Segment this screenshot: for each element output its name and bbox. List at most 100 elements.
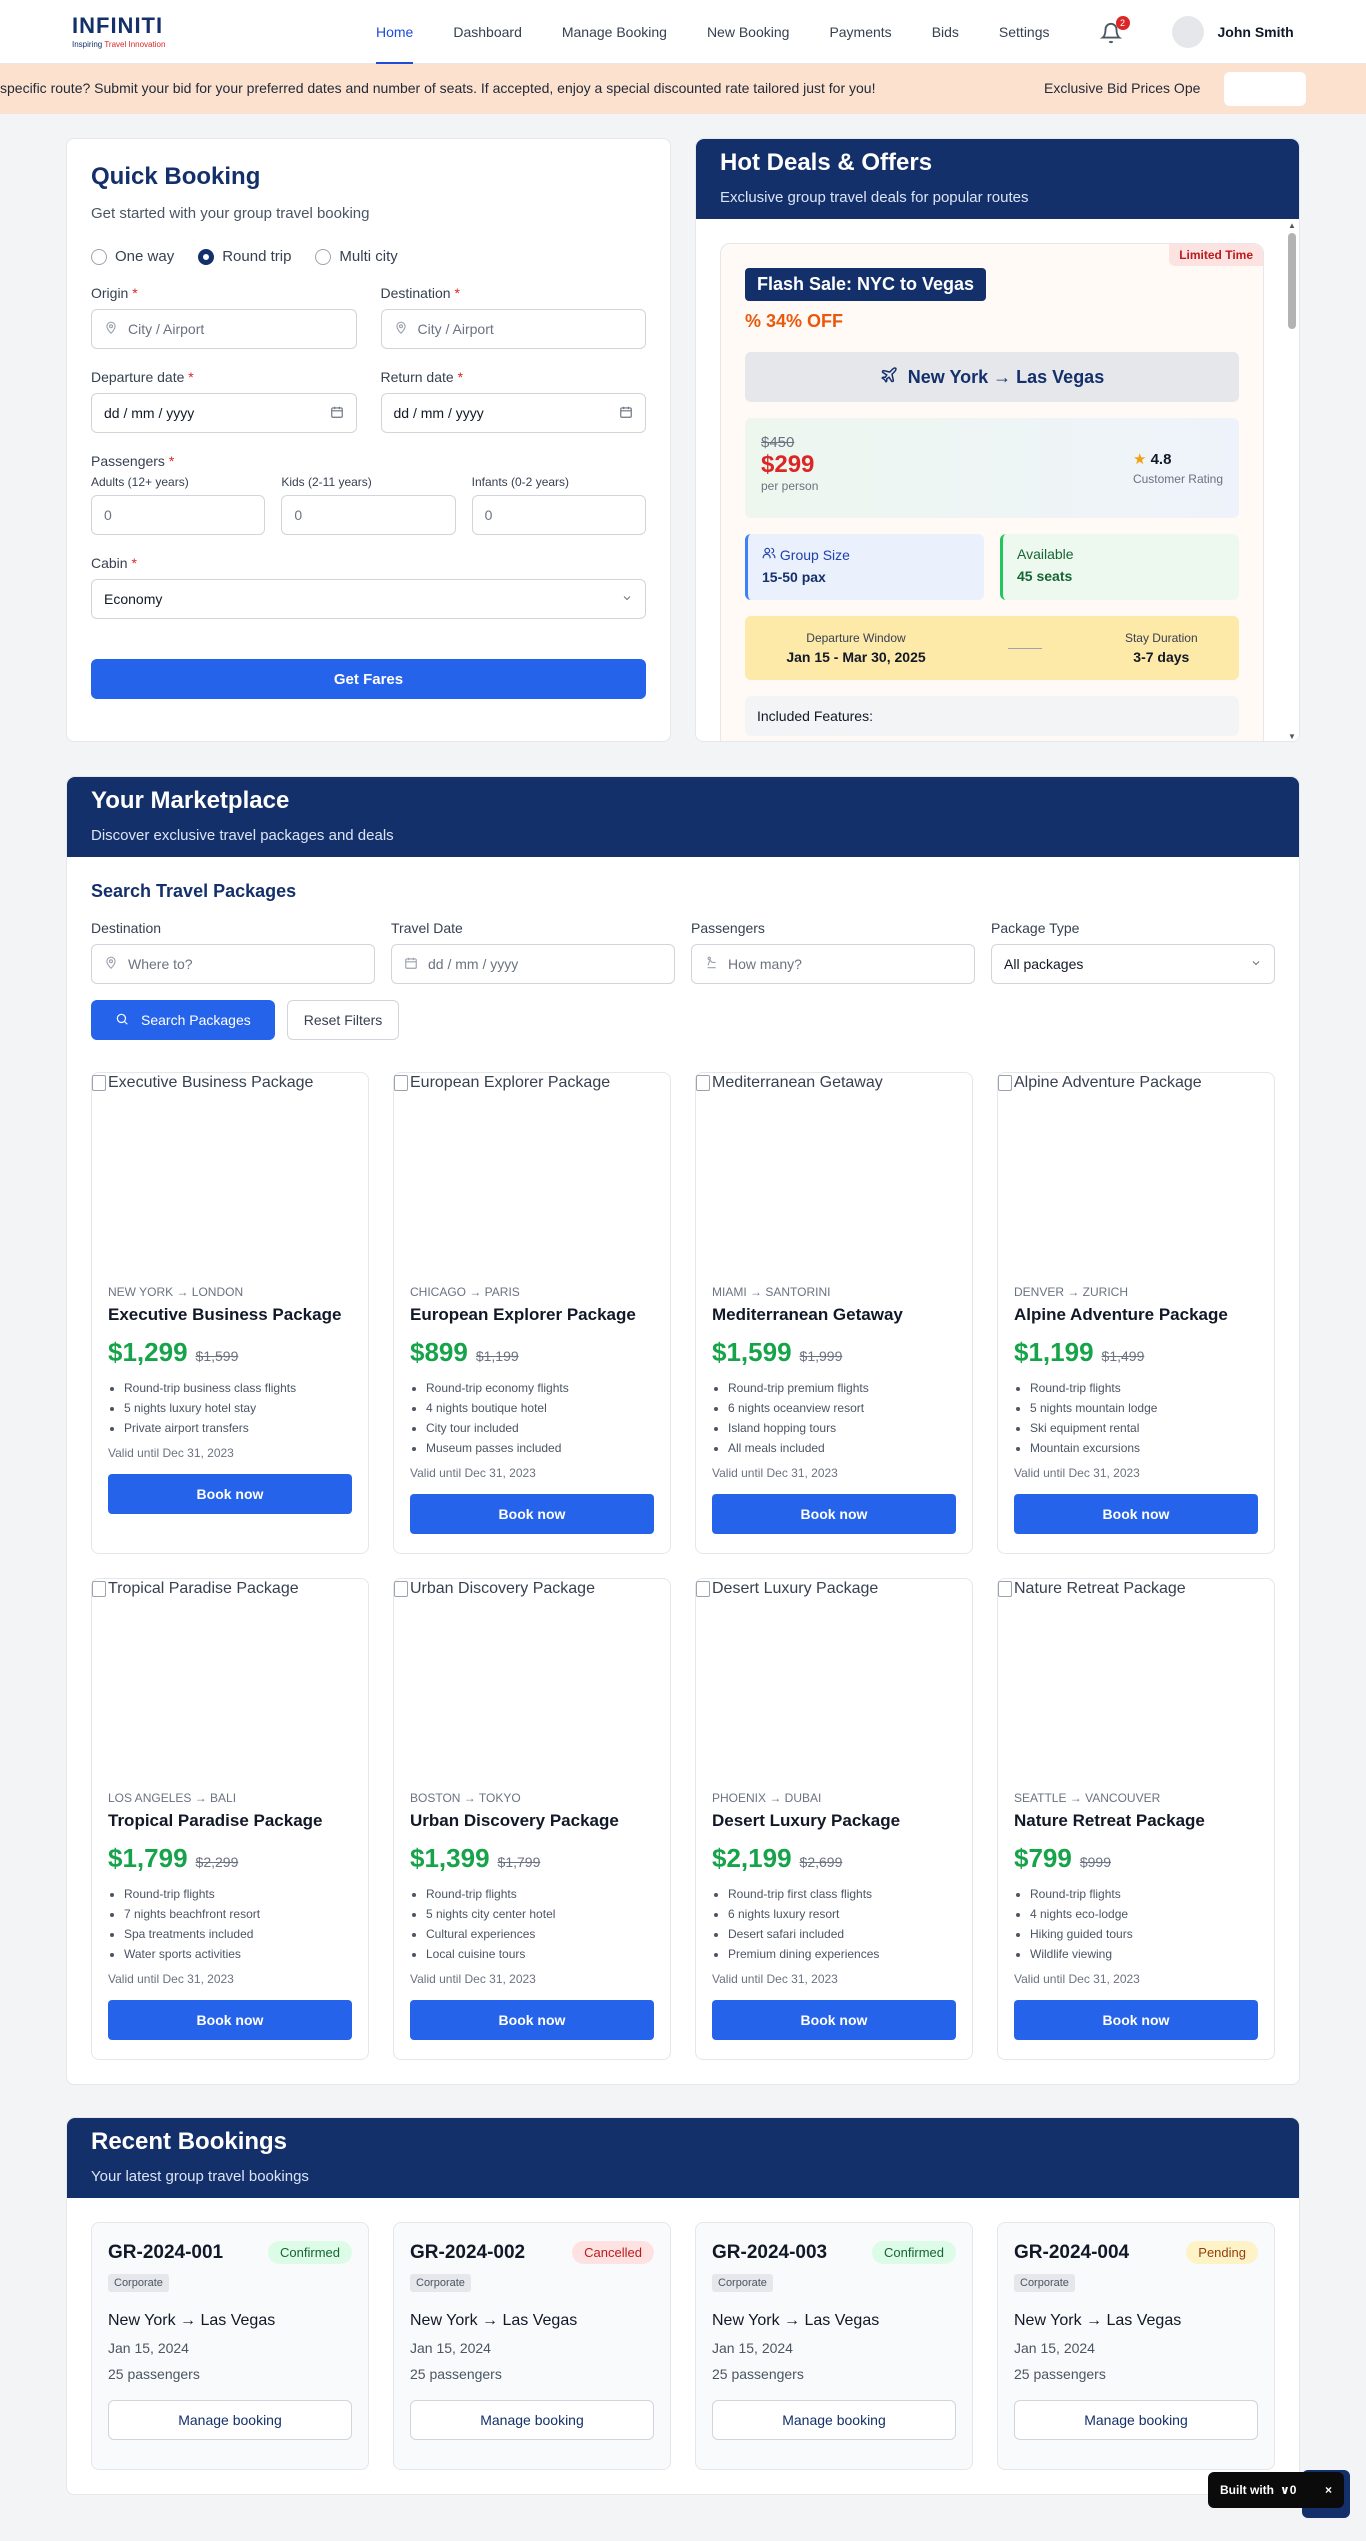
nav-manage-booking[interactable]: Manage Booking [542,0,687,64]
avatar[interactable] [1171,15,1204,48]
package-card: European Explorer Package CHICAGO → PARI… [393,1072,671,1554]
status-badge: Confirmed [872,2241,956,2264]
booking-id: GR-2024-001 [108,2241,224,2263]
book-now-button[interactable]: Book now [410,2000,654,2040]
package-feature: Mountain excursions [1030,1438,1258,1458]
departure-date-input[interactable]: dd / mm / yyyy [91,393,357,433]
book-now-button[interactable]: Book now [1014,2000,1258,2040]
broken-image-icon [998,1075,1012,1091]
kids-input[interactable]: 0 [281,495,456,535]
radio-multi-city[interactable]: Multi city [315,248,398,265]
nav-settings[interactable]: Settings [979,0,1070,64]
package-feature: Cultural experiences [426,1924,654,1944]
package-features: Round-trip flights5 nights city center h… [410,1884,654,1964]
hot-deals-subtitle: Exclusive group travel deals for popular… [720,189,1029,206]
top-navbar: INFINITI Inspiring Travel Innovation Hom… [0,0,1366,64]
book-now-button[interactable]: Book now [712,1494,956,1534]
package-feature: 5 nights luxury hotel stay [124,1398,352,1418]
reset-filters-button[interactable]: Reset Filters [286,1000,400,1040]
nav-home[interactable]: Home [356,0,433,64]
radio-one-way[interactable]: One way [91,248,174,265]
user-menu[interactable]: John Smith [1171,15,1294,48]
book-now-button[interactable]: Book now [108,1474,352,1514]
package-valid-until: Valid until Dec 31, 2023 [712,1466,838,1480]
book-now-button[interactable]: Book now [410,1494,654,1534]
package-features: Round-trip first class flights6 nights l… [712,1884,956,1964]
ticker-action-box[interactable] [1224,72,1306,106]
deal-card[interactable]: Limited Time Flash Sale: NYC to Vegas % … [720,243,1264,741]
booking-card: GR-2024-002 Cancelled Corporate New York… [393,2222,671,2470]
package-feature: Round-trip flights [124,1884,352,1904]
scroll-down-icon[interactable]: ▼ [1288,732,1296,741]
booking-route: New York → Las Vegas [108,2312,276,2329]
package-current-price: $1,599 [712,1337,792,1367]
package-features: Round-trip business class flights5 night… [108,1378,352,1438]
departure-date-label: Departure date * [91,369,194,385]
package-route: PHOENIX → DUBAI [712,1791,822,1805]
booking-passengers: 25 passengers [712,2366,804,2382]
nav-payments[interactable]: Payments [809,0,911,64]
radio-round-trip[interactable]: Round trip [198,248,291,265]
package-name: Alpine Adventure Package [1014,1305,1228,1324]
cabin-label: Cabin * [91,555,137,571]
built-with-badge[interactable]: Built with ∨0 × [1208,2472,1344,2508]
nav-bids[interactable]: Bids [912,0,979,64]
package-image: European Explorer Package [394,1073,670,1273]
return-date-input[interactable]: dd / mm / yyyy [380,393,646,433]
pkg-date-input[interactable]: dd / mm / yyyy [391,944,675,984]
flash-sale-title: Flash Sale: NYC to Vegas [745,268,987,301]
book-now-button[interactable]: Book now [712,2000,956,2040]
search-packages-button[interactable]: Search Packages [91,1000,275,1040]
calendar-icon[interactable] [619,405,633,422]
booking-tag: Corporate [108,2274,169,2292]
package-features: Round-trip premium flights6 nights ocean… [712,1378,956,1458]
pkg-type-select[interactable]: All packages [991,944,1275,984]
broken-image-icon [92,1581,106,1597]
package-features: Round-trip flights5 nights mountain lodg… [1014,1378,1258,1458]
get-fares-button[interactable]: Get Fares [91,659,646,699]
package-feature: 5 nights city center hotel [426,1904,654,1924]
infants-label: Infants (0-2 years) [471,475,570,489]
nav-new-booking[interactable]: New Booking [687,0,810,64]
manage-booking-button[interactable]: Manage booking [410,2400,654,2440]
booking-passengers: 25 passengers [108,2366,200,2382]
scroll-thumb[interactable] [1288,233,1296,329]
package-price: $1,199 $1,499 [1014,1337,1258,1368]
package-feature: City tour included [426,1418,654,1438]
package-old-price: $1,499 [1101,1348,1145,1364]
cabin-select[interactable]: Economy [91,579,646,619]
book-now-button[interactable]: Book now [108,2000,352,2040]
origin-input[interactable]: City / Airport [91,309,357,349]
scroll-up-icon[interactable]: ▲ [1288,221,1296,230]
infants-input[interactable]: 0 [471,495,646,535]
close-icon[interactable]: × [1325,2483,1332,2497]
radio-selected-icon [198,248,215,265]
pkg-passengers-input[interactable]: How many? [691,944,975,984]
manage-booking-button[interactable]: Manage booking [108,2400,352,2440]
adults-input[interactable]: 0 [91,495,266,535]
package-price: $1,799 $2,299 [108,1843,352,1874]
manage-booking-button[interactable]: Manage booking [712,2400,956,2440]
marketplace-header: Your Marketplace Discover exclusive trav… [67,777,1299,857]
deal-new-price: $299 [761,451,815,478]
booking-route: New York → Las Vegas [1014,2312,1182,2329]
manage-booking-button[interactable]: Manage booking [1014,2400,1258,2440]
package-valid-until: Valid until Dec 31, 2023 [410,1972,536,1986]
pkg-destination-input[interactable]: Where to? [91,944,375,984]
destination-input[interactable]: City / Airport [380,309,646,349]
marketplace-subtitle: Discover exclusive travel packages and d… [91,827,394,844]
package-card: Executive Business Package NEW YORK → LO… [91,1072,369,1554]
calendar-icon[interactable] [330,405,344,422]
deals-scrollbar[interactable]: ▲ ▼ [1285,219,1299,741]
package-feature: Local cuisine tours [426,1944,654,1964]
book-now-button[interactable]: Book now [1014,1494,1258,1534]
limited-time-badge: Limited Time [1169,244,1263,266]
bell-icon[interactable]: 2 [1099,15,1130,46]
broken-image-icon [696,1075,710,1091]
package-card: Tropical Paradise Package LOS ANGELES → … [91,1578,369,2060]
package-feature: Desert safari included [728,1924,956,1944]
group-size-box: Group Size 15-50 pax [745,534,984,600]
status-badge: Confirmed [268,2241,352,2264]
brand-logo[interactable]: INFINITI Inspiring Travel Innovation [72,14,272,49]
nav-dashboard[interactable]: Dashboard [433,0,542,64]
